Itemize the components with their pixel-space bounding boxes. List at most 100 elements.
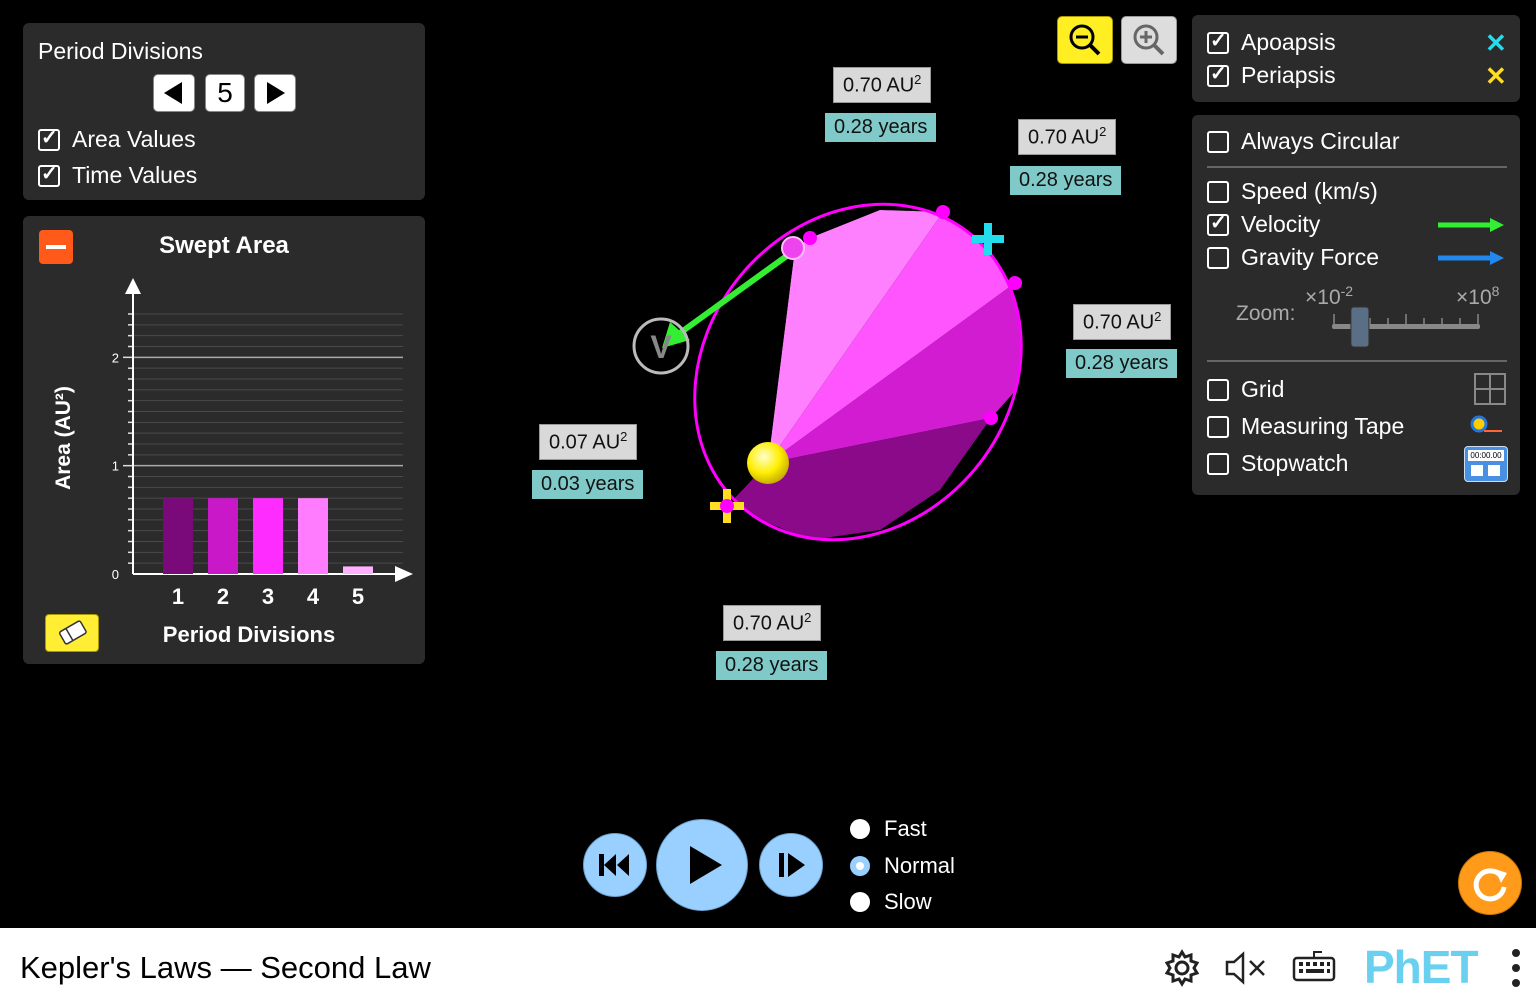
always-circular-label: Always Circular <box>1241 128 1400 154</box>
divider <box>1207 360 1507 362</box>
zoom-label: Zoom: <box>1236 302 1296 325</box>
stopwatch-checkbox[interactable]: Stopwatch <box>1207 450 1348 477</box>
area-unit-exponent: 2 <box>1099 124 1107 139</box>
velocity-checkbox[interactable]: Velocity <box>1207 210 1321 238</box>
area-value: 0.70 AU <box>1083 311 1155 334</box>
stopwatch-icon-button <box>1471 465 1483 476</box>
division-marker <box>984 411 998 425</box>
stopwatch-icon-button <box>1488 465 1500 476</box>
checkbox-unchecked-icon <box>1207 415 1229 438</box>
sim-title: Kepler's Laws — Second Law <box>20 950 431 985</box>
sun[interactable] <box>747 442 789 484</box>
checkbox-unchecked-icon <box>1207 180 1229 203</box>
area-value: 0.70 AU <box>733 612 805 635</box>
radio-selected-icon <box>850 856 870 876</box>
measuring-tape-checkbox[interactable]: Measuring Tape <box>1207 413 1404 440</box>
velocity-label: Velocity <box>1241 211 1321 237</box>
checkbox-checked-icon <box>1207 28 1229 54</box>
area-label-1: 0.70 AU2 <box>833 67 932 103</box>
zoom-min-exponent: -2 <box>1340 283 1354 299</box>
checkbox-checked-icon <box>1207 61 1229 87</box>
rewind-button[interactable] <box>583 833 647 897</box>
divider <box>1207 166 1507 168</box>
periapsis-label: Periapsis <box>1241 62 1336 88</box>
area-label-3: 0.70 AU2 <box>1073 304 1172 340</box>
area-value: 0.07 AU <box>549 431 621 454</box>
periapsis-x-icon: ✕ <box>1485 61 1507 91</box>
division-marker <box>803 231 817 245</box>
always-circular-checkbox[interactable]: Always Circular <box>1207 128 1399 155</box>
area-label-5: 0.70 AU2 <box>723 605 822 641</box>
speed-slow-label: Slow <box>884 889 932 914</box>
speed-checkbox[interactable]: Speed (km/s) <box>1207 178 1378 205</box>
area-label-4: 0.07 AU2 <box>539 424 638 460</box>
velocity-handle-label: V <box>650 329 672 365</box>
area-value: 0.70 AU <box>1028 126 1100 149</box>
speed-normal-label: Normal <box>884 853 955 878</box>
zoom-out-icon <box>1069 24 1101 56</box>
settings-gear-icon[interactable] <box>1162 948 1202 988</box>
velocity-arrow-icon <box>1438 218 1504 232</box>
checkbox-unchecked-icon <box>1207 130 1229 153</box>
rewind-icon <box>599 854 629 876</box>
gravity-force-checkbox[interactable]: Gravity Force <box>1207 244 1379 271</box>
area-label-2: 0.70 AU2 <box>1018 119 1117 155</box>
division-marker <box>936 205 950 219</box>
time-label-1: 0.28 years <box>825 113 937 142</box>
navigation-bar: Kepler's Laws — Second Law PhET <box>0 928 1536 1008</box>
zoom-slider-thumb[interactable] <box>1350 306 1370 348</box>
keyboard-icon[interactable] <box>1292 948 1336 988</box>
speed-slow-radio[interactable]: Slow <box>850 889 932 915</box>
time-label-5: 0.28 years <box>716 651 828 680</box>
zoom-out-button[interactable] <box>1057 16 1113 64</box>
checkbox-checked-icon <box>1207 210 1229 236</box>
gravity-arrow-icon <box>1438 251 1504 265</box>
more-options-icon[interactable] <box>1510 946 1522 990</box>
area-value: 0.70 AU <box>843 74 915 97</box>
checkbox-unchecked-icon <box>1207 246 1229 269</box>
play-button[interactable] <box>656 819 748 911</box>
stopwatch-icon: 00:00.00 <box>1464 446 1508 482</box>
division-marker <box>1008 276 1022 290</box>
gravity-force-label: Gravity Force <box>1241 244 1380 270</box>
options-panel: Always Circular Speed (km/s) Velocity Gr… <box>1192 115 1520 495</box>
apoapsis-checkbox[interactable]: Apoapsis <box>1207 28 1336 56</box>
step-forward-icon <box>779 853 805 877</box>
velocity-handle[interactable]: V <box>632 317 690 375</box>
speed-normal-radio[interactable]: Normal <box>850 853 955 879</box>
grid-icon <box>1474 373 1506 405</box>
periapsis-checkbox[interactable]: Periapsis <box>1207 61 1336 89</box>
area-unit-exponent: 2 <box>804 610 812 625</box>
apsis-panel: Apoapsis ✕ Periapsis ✕ <box>1192 15 1520 102</box>
zoom-in-button[interactable] <box>1121 16 1177 64</box>
grid-label: Grid <box>1241 376 1285 402</box>
measuring-tape-icon <box>1470 415 1502 433</box>
speed-fast-radio[interactable]: Fast <box>850 816 927 842</box>
time-label-4: 0.03 years <box>532 470 644 499</box>
apoapsis-x-icon: ✕ <box>1485 28 1507 58</box>
speed-label: Speed (km/s) <box>1241 178 1378 204</box>
reset-icon <box>1473 868 1507 902</box>
area-unit-exponent: 2 <box>1154 309 1162 324</box>
zoom-slider[interactable] <box>1324 305 1494 355</box>
phet-logo[interactable]: PhET <box>1364 940 1479 994</box>
reset-button[interactable] <box>1458 851 1522 915</box>
grid-checkbox[interactable]: Grid <box>1207 376 1284 403</box>
stopwatch-icon-time: 00:00.00 <box>1468 450 1504 461</box>
speed-fast-label: Fast <box>884 816 927 841</box>
step-forward-button[interactable] <box>759 833 823 897</box>
checkbox-unchecked-icon <box>1207 452 1229 475</box>
area-unit-exponent: 2 <box>620 429 628 444</box>
measuring-tape-label: Measuring Tape <box>1241 413 1405 439</box>
sound-muted-icon[interactable] <box>1223 948 1269 988</box>
zoom-max-exponent: 8 <box>1491 283 1500 299</box>
radio-unselected-icon <box>850 892 870 912</box>
apoapsis-label: Apoapsis <box>1241 29 1336 55</box>
play-icon <box>690 846 722 884</box>
planet[interactable] <box>781 236 805 260</box>
time-label-3: 0.28 years <box>1066 349 1178 378</box>
time-label-2: 0.28 years <box>1010 166 1122 195</box>
zoom-in-icon <box>1133 24 1165 56</box>
checkbox-unchecked-icon <box>1207 378 1229 401</box>
radio-unselected-icon <box>850 819 870 839</box>
